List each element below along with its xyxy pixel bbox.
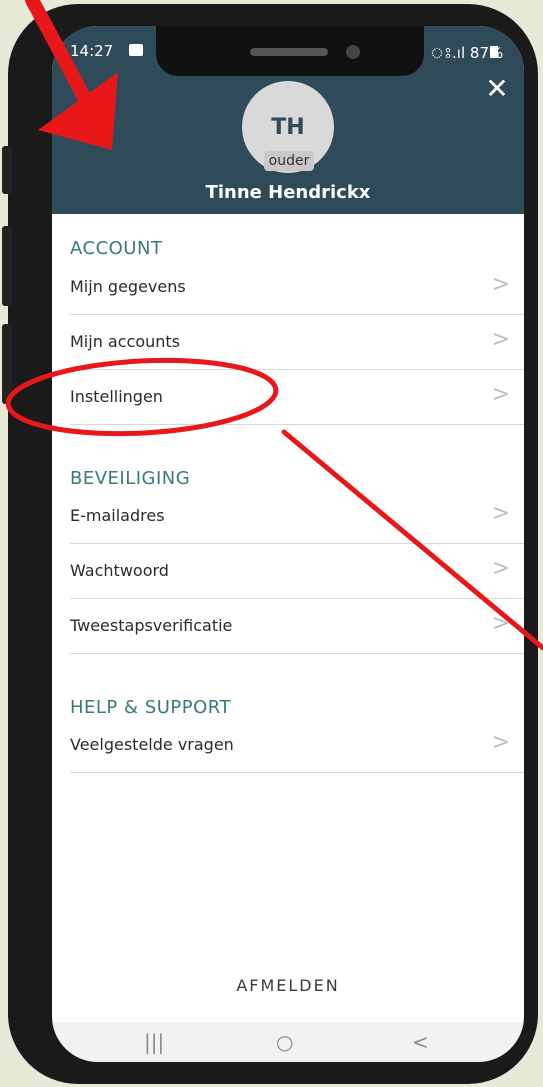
- annotation-overlay: [5, 0, 543, 651]
- annotation-line: [281, 429, 543, 651]
- annotation-circle: [5, 357, 279, 437]
